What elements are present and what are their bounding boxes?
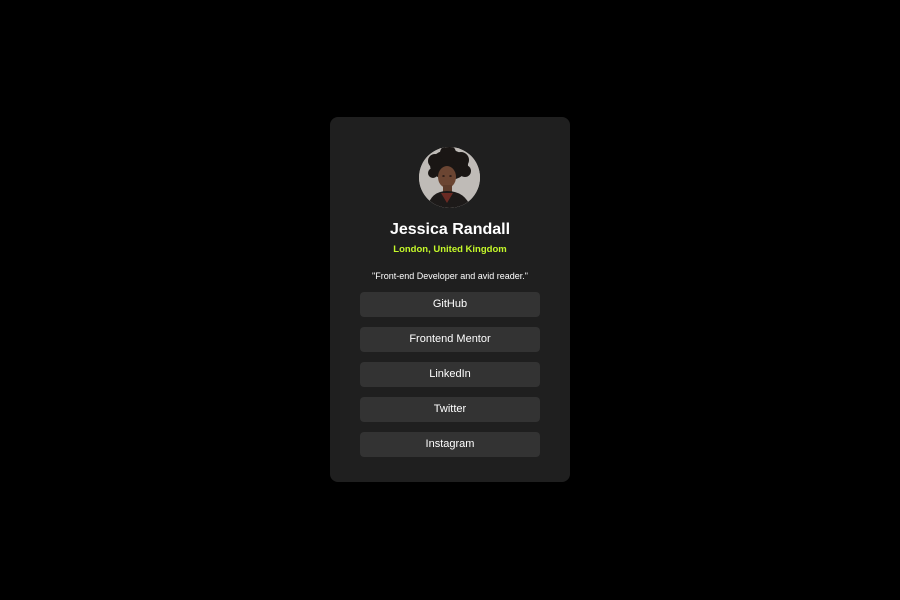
page-background: Jessica Randall London, United Kingdom "… bbox=[0, 0, 900, 600]
github-link-button[interactable]: GitHub bbox=[360, 292, 540, 317]
twitter-link-button[interactable]: Twitter bbox=[360, 397, 540, 422]
profile-card: Jessica Randall London, United Kingdom "… bbox=[330, 117, 570, 482]
social-links: GitHub Frontend Mentor LinkedIn Twitter … bbox=[360, 292, 540, 467]
avatar bbox=[419, 147, 480, 208]
profile-bio: "Front-end Developer and avid reader." bbox=[372, 271, 528, 281]
frontend-mentor-link-button[interactable]: Frontend Mentor bbox=[360, 327, 540, 352]
instagram-link-button[interactable]: Instagram bbox=[360, 432, 540, 457]
avatar-portrait-image bbox=[419, 147, 480, 208]
linkedin-link-button[interactable]: LinkedIn bbox=[360, 362, 540, 387]
profile-name: Jessica Randall bbox=[389, 221, 511, 238]
profile-location: London, United Kingdom bbox=[393, 244, 507, 255]
